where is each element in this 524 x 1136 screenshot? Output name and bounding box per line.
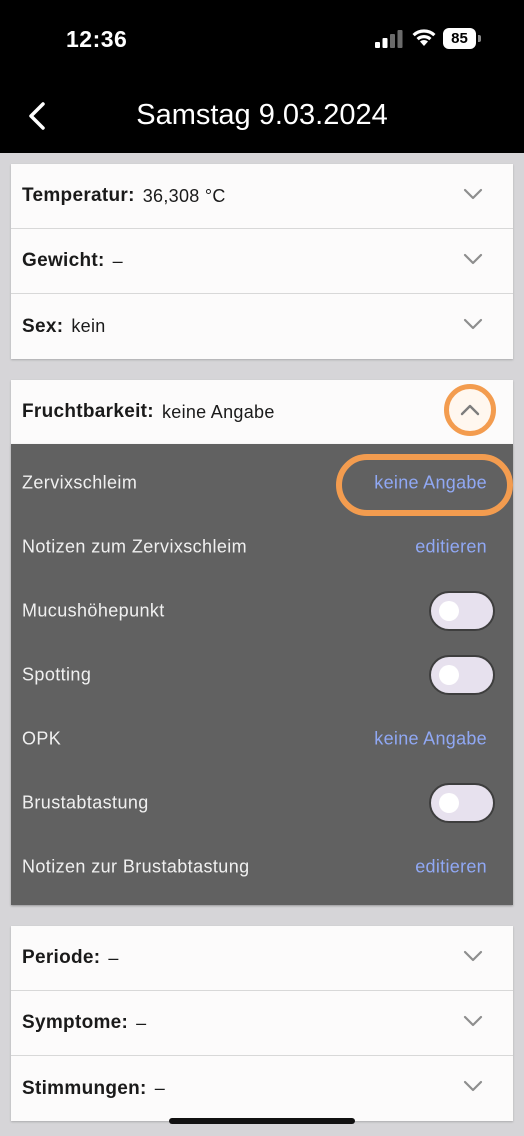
spotting-label: Spotting (22, 664, 92, 685)
temperature-label: Temperatur: (22, 185, 135, 206)
toggle-knob (439, 793, 459, 813)
cellular-signal-icon (375, 30, 403, 48)
row-symptoms[interactable]: Symptome: – (11, 991, 513, 1056)
row-period[interactable]: Periode: – (11, 926, 513, 991)
battery-icon: 85 (443, 28, 481, 49)
row-cervical-mucus-notes[interactable]: Notizen zum Zervixschleim editieren (11, 515, 513, 579)
opk-label: OPK (22, 728, 62, 749)
mucus-peak-label: Mucushöhepunkt (22, 600, 165, 621)
symptoms-label: Symptome: (22, 1012, 129, 1033)
highlight-ring-value (336, 454, 513, 516)
toggle-knob (439, 665, 459, 685)
cervical-mucus-label: Zervixschleim (22, 472, 138, 493)
chevron-down-icon[interactable] (463, 188, 483, 200)
chevron-up-icon[interactable] (460, 404, 480, 416)
top-bar: 12:36 85 Samstag 9.03.2024 (0, 0, 524, 153)
card-basic-data: Temperatur: 36,308 °C Gewicht: – Sex: ke… (11, 164, 513, 359)
row-breast-exam: Brustabtastung (11, 771, 513, 835)
chevron-down-icon[interactable] (463, 318, 483, 330)
status-time: 12:36 (66, 26, 128, 52)
chevron-down-icon[interactable] (463, 1080, 483, 1092)
opk-value-link[interactable]: keine Angabe (374, 729, 487, 750)
mucus-peak-toggle[interactable] (429, 591, 495, 631)
chevron-down-icon[interactable] (463, 950, 483, 962)
wifi-icon (412, 29, 436, 46)
period-label: Periode: (22, 947, 101, 968)
row-spotting: Spotting (11, 643, 513, 707)
weight-value: – (112, 250, 123, 271)
row-opk[interactable]: OPK keine Angabe (11, 707, 513, 771)
sex-value: kein (71, 316, 106, 336)
sex-label: Sex: (22, 315, 64, 337)
symptoms-value: – (136, 1012, 147, 1033)
row-weight[interactable]: Gewicht: – (11, 229, 513, 294)
spotting-toggle[interactable] (429, 655, 495, 695)
battery-level: 85 (443, 28, 476, 49)
row-sex[interactable]: Sex: kein (11, 294, 513, 359)
weight-label: Gewicht: (22, 250, 105, 271)
moods-value: – (154, 1078, 165, 1098)
period-value: – (108, 947, 119, 968)
chevron-down-icon[interactable] (463, 253, 483, 265)
row-moods[interactable]: Stimmungen: – (11, 1056, 513, 1121)
toggle-knob (439, 601, 459, 621)
breast-exam-toggle[interactable] (429, 783, 495, 823)
page-title: Samstag 9.03.2024 (136, 99, 388, 131)
breast-exam-notes-edit-link[interactable]: editieren (415, 857, 487, 878)
row-mucus-peak: Mucushöhepunkt (11, 579, 513, 643)
temperature-value: 36,308 °C (142, 185, 226, 206)
card-cycle-data: Periode: – Symptome: – Stimmungen: – (11, 926, 513, 1121)
breast-exam-notes-label: Notizen zur Brustabtastung (22, 856, 250, 877)
cervical-mucus-notes-edit-link[interactable]: editieren (415, 537, 487, 558)
card-fertility: Fruchtbarkeit: keine Angabe (11, 380, 513, 444)
fertility-label: Fruchtbarkeit: (22, 401, 154, 422)
home-indicator[interactable] (169, 1118, 355, 1124)
row-temperature[interactable]: Temperatur: 36,308 °C (11, 164, 513, 229)
cervical-mucus-notes-label: Notizen zum Zervixschleim (22, 536, 248, 557)
moods-label: Stimmungen: (22, 1077, 147, 1099)
breast-exam-label: Brustabtastung (22, 792, 149, 813)
chevron-down-icon[interactable] (463, 1015, 483, 1027)
row-fertility[interactable]: Fruchtbarkeit: keine Angabe (11, 380, 513, 444)
battery-tip (478, 35, 481, 42)
row-breast-exam-notes[interactable]: Notizen zur Brustabtastung editieren (11, 835, 513, 899)
fertility-value: keine Angabe (161, 401, 275, 422)
